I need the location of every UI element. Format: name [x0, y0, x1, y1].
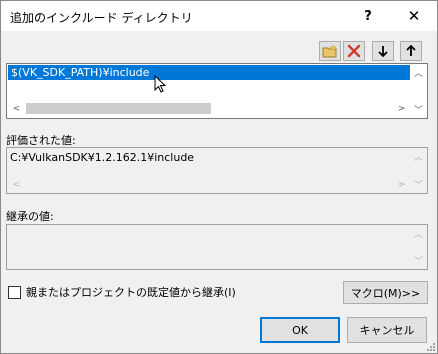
ok-button[interactable]: OK — [260, 317, 340, 343]
scroll-down-icon[interactable]: ﹀ — [410, 252, 427, 269]
list-item-text: $(VK_SDK_PATH)¥include — [11, 66, 150, 79]
include-directories-dialog: 追加のインクルード ディレクトリ ? ✕ $(VK_SDK_PATH)¥incl… — [0, 0, 438, 354]
scroll-down-icon[interactable]: ﹀ — [410, 101, 427, 118]
scroll-down-icon[interactable]: ﹀ — [410, 176, 427, 193]
title-bar: 追加のインクルード ディレクトリ ? ✕ — [1, 1, 437, 31]
inherit-checkbox[interactable] — [8, 285, 21, 299]
resize-grip-icon[interactable] — [425, 341, 435, 351]
evaluated-value-label: 評価された値: — [6, 134, 76, 147]
cancel-button-label: キャンセル — [359, 324, 415, 337]
cancel-button[interactable]: キャンセル — [347, 317, 427, 343]
close-icon: ✕ — [407, 7, 421, 25]
scroll-right-icon[interactable]: > — [393, 176, 410, 193]
list-item[interactable]: $(VK_SDK_PATH)¥include — [8, 65, 410, 80]
inherit-checkbox-row[interactable]: 親またはプロジェクトの既定値から継承(I) — [8, 284, 236, 300]
help-icon: ? — [364, 8, 372, 24]
scroll-left-icon[interactable]: < — [8, 176, 25, 193]
scroll-up-icon[interactable]: ︿ — [410, 225, 427, 242]
move-up-icon — [406, 44, 416, 56]
horizontal-scrollbar[interactable]: < > — [8, 176, 410, 193]
close-button[interactable]: ✕ — [391, 1, 437, 31]
vertical-scrollbar[interactable]: ︿ ﹀ — [410, 225, 427, 269]
ok-button-label: OK — [292, 323, 308, 337]
evaluated-value-box: C:¥VulkanSDK¥1.2.162.1¥include ︿ ﹀ < > — [6, 147, 428, 194]
inherit-checkbox-label: 親またはプロジェクトの既定値から継承(I) — [26, 286, 236, 299]
move-up-button[interactable] — [400, 41, 422, 61]
evaluated-value-text: C:¥VulkanSDK¥1.2.162.1¥include — [10, 151, 195, 164]
mouse-pointer-icon — [154, 75, 167, 93]
scroll-up-icon[interactable]: ︿ — [410, 148, 427, 165]
new-line-button[interactable] — [319, 41, 341, 61]
help-button[interactable]: ? — [345, 1, 391, 31]
inherited-value-box: ︿ ﹀ — [6, 224, 428, 270]
new-folder-icon — [322, 44, 337, 58]
inherited-value-label: 継承の値: — [6, 210, 54, 223]
scroll-left-icon[interactable]: < — [8, 100, 25, 117]
macros-button[interactable]: マクロ(M)>> — [343, 281, 428, 304]
move-down-button[interactable] — [372, 41, 394, 61]
scroll-thumb[interactable] — [26, 103, 211, 114]
vertical-scrollbar[interactable]: ︿ ﹀ — [410, 148, 427, 193]
macros-button-label: マクロ(M)>> — [350, 286, 421, 300]
directory-list[interactable]: $(VK_SDK_PATH)¥include ︿ ﹀ < > — [6, 63, 428, 119]
horizontal-scrollbar[interactable]: < > — [8, 100, 410, 117]
move-down-icon — [378, 46, 388, 58]
vertical-scrollbar[interactable]: ︿ ﹀ — [410, 64, 427, 118]
scroll-up-icon[interactable]: ︿ — [410, 64, 427, 81]
scroll-right-icon[interactable]: > — [393, 100, 410, 117]
delete-icon — [347, 44, 361, 58]
delete-line-button[interactable] — [343, 41, 365, 61]
dialog-title: 追加のインクルード ディレクトリ — [10, 11, 193, 25]
